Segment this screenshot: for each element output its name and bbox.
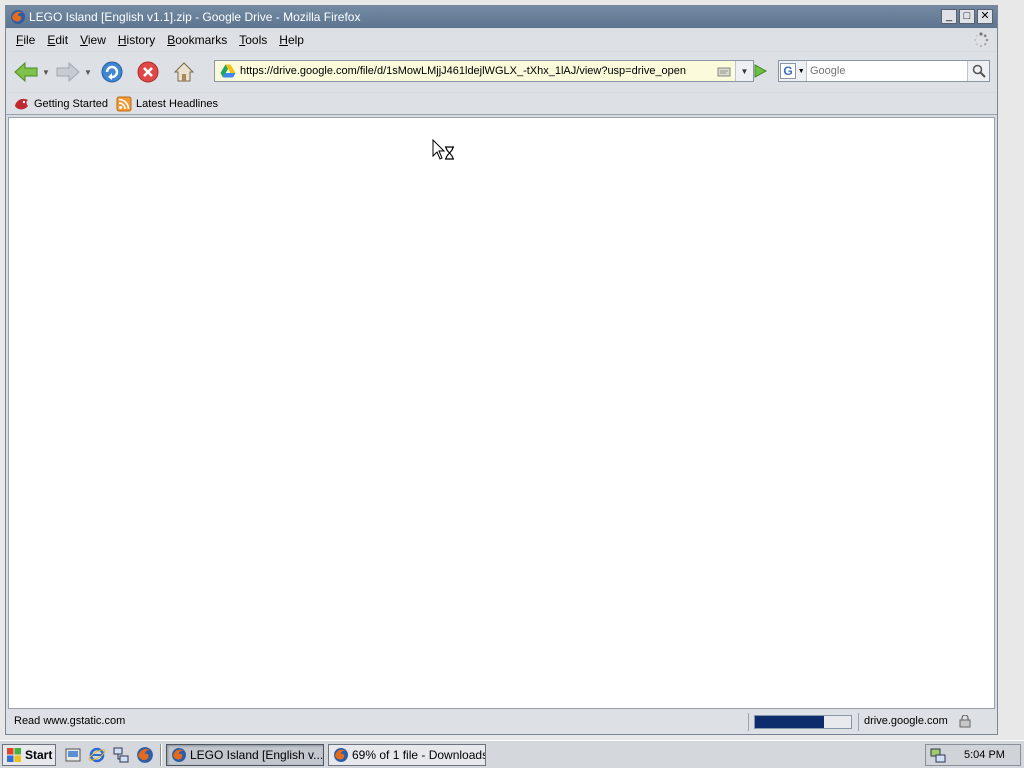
taskbar-item-downloads[interactable]: 69% of 1 file - Downloads <box>328 743 486 766</box>
internet-explorer-icon[interactable] <box>88 746 106 764</box>
status-bar: Read www.gstatic.com drive.google.com <box>6 710 997 734</box>
search-icon <box>972 64 986 78</box>
firefox-getting-started-icon <box>15 98 28 109</box>
menu-help[interactable]: Help <box>273 33 310 47</box>
chevron-down-icon: ▼ <box>42 67 50 77</box>
search-engine-selector[interactable]: G ▼ <box>779 61 807 81</box>
firefox-icon <box>11 10 25 24</box>
go-arrow-icon <box>754 64 768 78</box>
minimize-icon: _ <box>945 10 953 22</box>
chevron-down-icon: ▼ <box>84 67 92 77</box>
start-button[interactable]: Start <box>2 743 56 766</box>
bookmark-latest-headlines[interactable]: Latest Headlines <box>116 96 218 112</box>
stop-icon <box>137 61 159 83</box>
menu-edit[interactable]: Edit <box>41 33 74 47</box>
search-button[interactable] <box>967 61 989 81</box>
url-bar[interactable]: https://drive.google.com/file/d/1sMowLMj… <box>214 60 754 82</box>
network-icon[interactable] <box>112 746 130 764</box>
maximize-icon: □ <box>963 10 971 22</box>
system-tray: 5:04 PM <box>925 744 1021 766</box>
window-title: LEGO Island [English v1.1].zip - Google … <box>29 10 361 24</box>
bookmark-label: Getting Started <box>34 97 108 110</box>
menu-tools[interactable]: Tools <box>233 33 273 47</box>
bookmark-getting-started[interactable]: Getting Started <box>14 96 108 112</box>
clock[interactable]: 5:04 PM <box>964 749 1005 761</box>
taskbar-item-firefox-window[interactable]: LEGO Island [English v... <box>166 743 324 766</box>
url-text: https://drive.google.com/file/d/1sMowLMj… <box>240 65 687 77</box>
taskbar-separator <box>160 743 162 766</box>
minimize-button[interactable]: _ <box>941 9 957 24</box>
bookmarks-toolbar: Getting Started Latest Headlines <box>6 93 997 115</box>
loading-progress-bar <box>754 715 852 729</box>
menu-bar: File Edit View History Bookmarks Tools H… <box>6 29 997 51</box>
menu-file[interactable]: File <box>10 33 41 47</box>
menu-history[interactable]: History <box>112 33 161 47</box>
progress-fill <box>755 716 825 728</box>
chevron-down-icon: ▼ <box>797 67 805 75</box>
google-engine-icon: G <box>780 63 796 79</box>
forward-arrow-icon <box>56 61 80 83</box>
google-drive-favicon-icon <box>220 64 236 78</box>
site-identity-icon[interactable] <box>717 65 731 77</box>
status-host: drive.google.com <box>864 715 948 727</box>
start-label: Start <box>25 747 53 762</box>
forward-button[interactable] <box>54 58 82 86</box>
title-bar[interactable]: LEGO Island [English v1.1].zip - Google … <box>6 6 997 28</box>
maximize-button[interactable]: □ <box>959 9 975 24</box>
firefox-icon <box>334 747 348 762</box>
firefox-icon <box>172 747 186 762</box>
home-icon <box>173 62 195 82</box>
back-arrow-icon <box>14 61 38 83</box>
forward-history-dropdown[interactable]: ▼ <box>82 68 94 77</box>
chevron-down-icon: ▼ <box>740 66 749 76</box>
taskbar-item-label: 69% of 1 file - Downloads <box>352 747 486 762</box>
bookmark-label: Latest Headlines <box>136 97 218 110</box>
status-divider <box>748 713 749 731</box>
loading-throbber-icon <box>974 32 989 48</box>
busy-cursor-icon <box>432 139 454 160</box>
back-history-dropdown[interactable]: ▼ <box>40 68 52 77</box>
taskbar: Start LEGO Island [English v... 69% of 1… <box>0 740 1024 768</box>
network-tray-icon[interactable] <box>930 747 946 763</box>
close-icon: ✕ <box>980 10 990 22</box>
navigation-toolbar: ▼ ▼ https://drive.google.com/file/d/1sMo… <box>6 52 997 92</box>
stop-button[interactable] <box>134 58 162 86</box>
security-status-icon[interactable] <box>958 715 972 728</box>
status-divider <box>858 713 859 731</box>
close-button[interactable]: ✕ <box>977 9 993 24</box>
go-button[interactable] <box>749 60 771 82</box>
search-input[interactable] <box>807 65 967 77</box>
reload-button[interactable] <box>98 58 126 86</box>
search-box[interactable]: G ▼ <box>778 60 990 82</box>
page-content[interactable] <box>8 117 995 709</box>
browser-window: LEGO Island [English v1.1].zip - Google … <box>5 5 998 735</box>
reload-icon <box>101 61 123 83</box>
status-text: Read www.gstatic.com <box>14 715 126 727</box>
home-button[interactable] <box>170 58 198 86</box>
rss-feed-icon <box>116 96 132 111</box>
taskbar-item-label: LEGO Island [English v... <box>190 747 324 762</box>
menu-view[interactable]: View <box>74 33 112 47</box>
menu-bookmarks[interactable]: Bookmarks <box>161 33 233 47</box>
back-button[interactable] <box>12 58 40 86</box>
show-desktop-icon[interactable] <box>64 746 82 764</box>
windows-flag-icon <box>7 747 21 762</box>
firefox-quicklaunch-icon[interactable] <box>136 746 154 764</box>
quick-launch <box>64 746 154 764</box>
